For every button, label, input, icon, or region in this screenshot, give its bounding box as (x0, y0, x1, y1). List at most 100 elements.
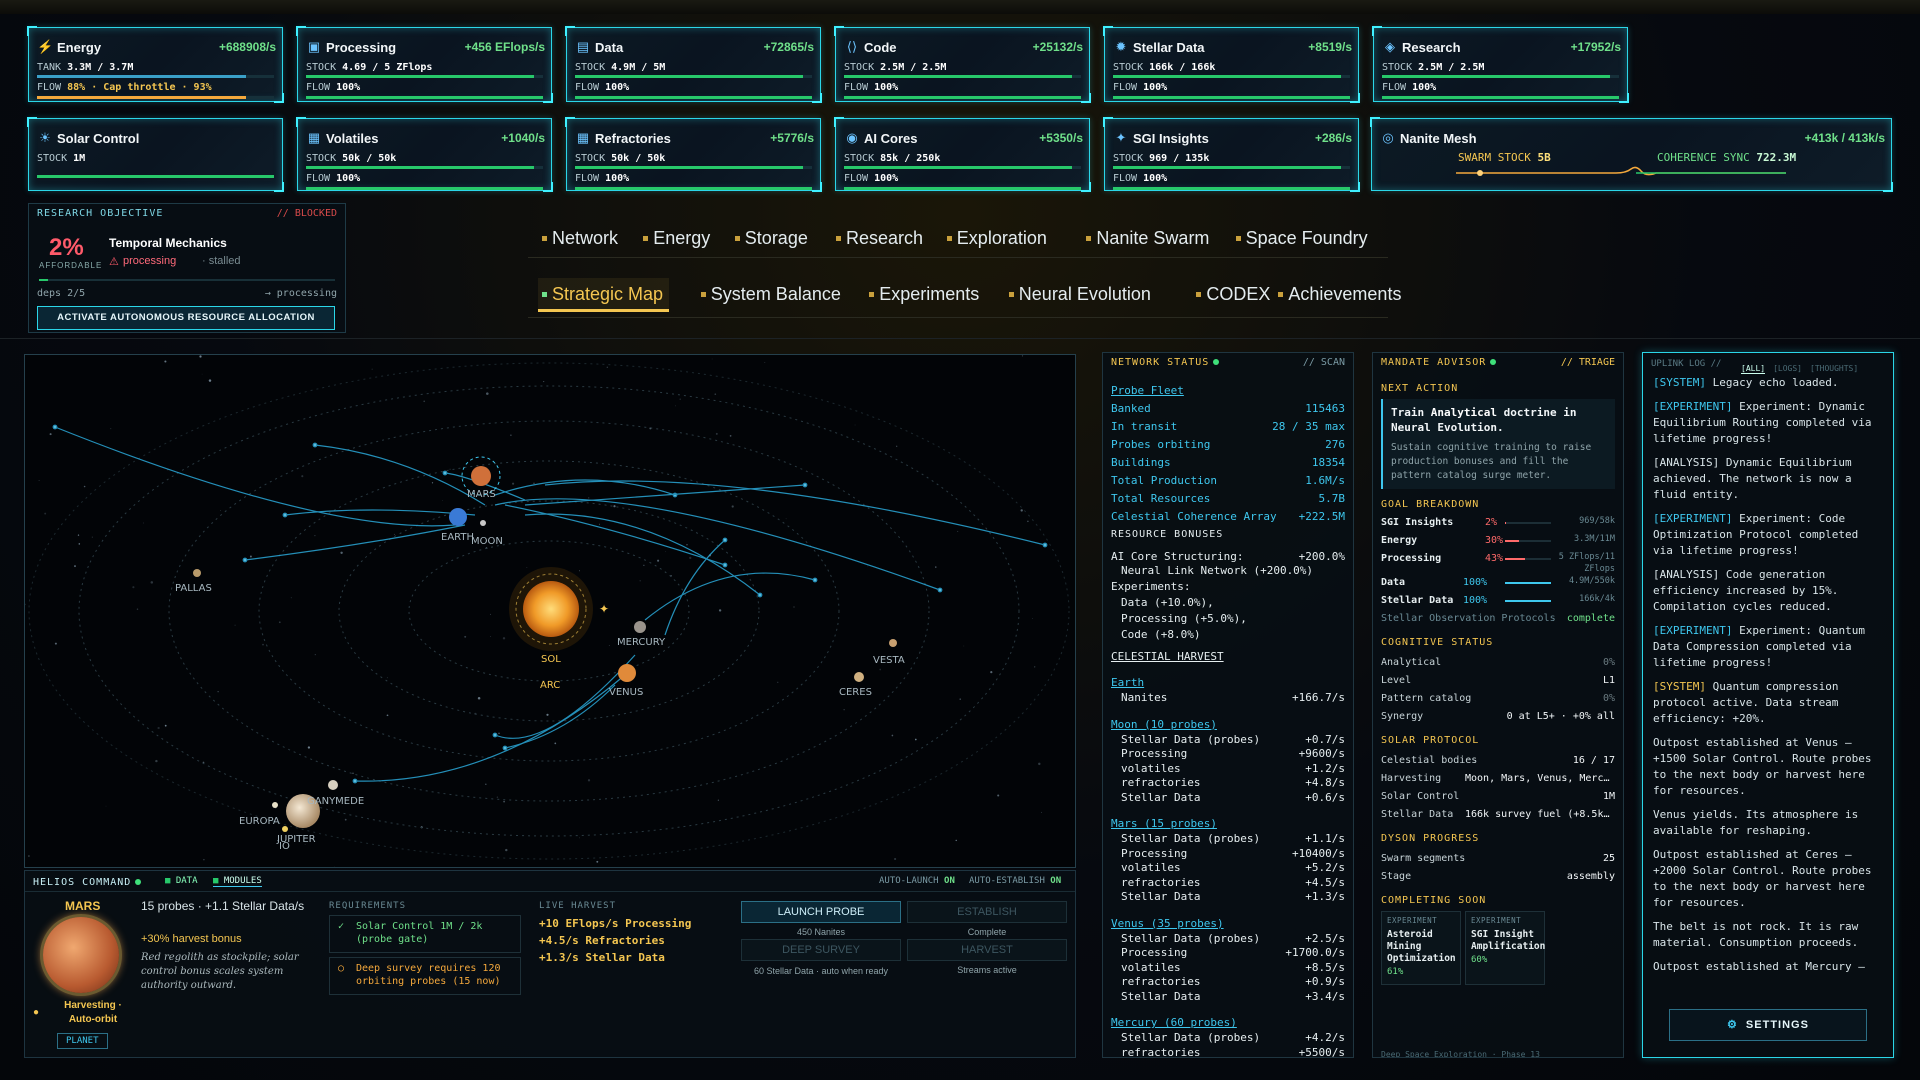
pallas-planet[interactable] (193, 569, 201, 577)
goal-pct: 2% (1485, 517, 1498, 528)
tile-line-1-label: STOCK (306, 153, 337, 164)
tile-stock-bar (306, 166, 543, 169)
ceres-planet[interactable] (854, 672, 864, 682)
solar-system-map[interactable]: ✦ MARS EARTH MOON PALLAS SOL ARC MERCURY… (25, 355, 1075, 867)
star (155, 759, 158, 763)
nav-tab-energy[interactable]: Energy (639, 222, 716, 254)
star (249, 555, 252, 558)
star (665, 551, 667, 553)
tile-line-1-label: STOCK (37, 153, 68, 164)
goal-value: 3.3M/11M (1574, 534, 1615, 544)
tile-rate: +286/s (1314, 131, 1352, 145)
auto-launch-state: ON (944, 876, 955, 886)
tab-data[interactable]: ■ DATA (165, 876, 198, 886)
tile-refractories[interactable]: ▦ Refractories +5776/s STOCK 50k / 50k FLOW … (565, 117, 822, 192)
goal-row: Stellar Data 100% 166k/4k (1381, 593, 1615, 609)
tile-research[interactable]: ◈ Research +17952/s STOCK 2.5M / 2.5M FLOW 1… (1372, 26, 1629, 103)
star (764, 362, 766, 363)
star (879, 668, 882, 671)
harvest-group-link[interactable]: Earth (1111, 675, 1345, 691)
star (843, 709, 845, 711)
tile-sgi-insights[interactable]: ✦ SGI Insights +286/s STOCK 969 / 135k FLOW … (1103, 117, 1360, 192)
launch-probe-button[interactable]: LAUNCH PROBE (741, 901, 901, 923)
probe-fleet-link[interactable]: Probe Fleet (1111, 383, 1345, 399)
star (1038, 762, 1041, 766)
tab-modules[interactable]: ■ MODULES (213, 876, 262, 887)
star (199, 355, 202, 358)
nav-tab-network[interactable]: Network (538, 222, 624, 254)
star (588, 497, 590, 499)
goal-bar-fill (1505, 558, 1525, 560)
tile-code[interactable]: ⟨⟩ Code +25132/s STOCK 2.5M / 2.5M FLOW 100% (834, 26, 1091, 103)
tile-processing[interactable]: ▣ Processing +456 EFlops/s STOCK 4.69 / 5 Z… (296, 26, 553, 103)
label-io: IO (279, 841, 290, 852)
tile-volatiles[interactable]: ▦ Volatiles +1040/s STOCK 50k / 50k FLOW 100… (296, 117, 553, 192)
nanite-wave (1456, 166, 1786, 176)
completing-soon-card[interactable]: EXPERIMENT Asteroid Mining Optimization 61… (1381, 911, 1461, 985)
auto-launch-toggle[interactable]: AUTO-LAUNCH ON (879, 876, 955, 886)
harvest-group-link[interactable]: Venus (35 probes) (1111, 916, 1345, 932)
goal-bar-fill (1505, 600, 1551, 602)
tile-nanite-mesh[interactable]: ◎ Nanite Mesh +413k / 413k/s SWARM STOCK… (1370, 117, 1893, 192)
auto-establish-toggle[interactable]: AUTO-ESTABLISH ON (969, 876, 1061, 886)
log-text: [ANALYSIS] Code generation efficiency in… (1653, 568, 1839, 613)
ganymede-planet[interactable] (328, 780, 338, 790)
uplink-tab-logs[interactable]: [LOGS] (1773, 364, 1802, 373)
harvest-group-link[interactable]: Mercury (60 probes) (1111, 1015, 1345, 1031)
uplink-log[interactable]: [SYSTEM] Legacy echo loaded. [EXPERIMENT]… (1653, 375, 1883, 997)
mars-planet[interactable] (471, 466, 491, 486)
tile-stock-fill (306, 75, 534, 78)
venus-planet[interactable] (618, 664, 636, 682)
activate-allocation-button[interactable]: ACTIVATE AUTONOMOUS RESOURCE ALLOCATION (37, 306, 335, 330)
completing-soon-card[interactable]: EXPERIMENT SGI Insight Amplification 60% (1465, 911, 1545, 985)
mercury-planet[interactable] (634, 621, 646, 633)
goal-bar (1505, 522, 1551, 524)
nav-tab-research[interactable]: Research (832, 222, 929, 254)
earth-planet[interactable] (449, 508, 467, 526)
io-planet[interactable] (282, 826, 288, 832)
next-action-card[interactable]: Train Analytical doctrine in Neural Evol… (1381, 399, 1615, 489)
vesta-planet[interactable] (889, 639, 897, 647)
star (132, 586, 135, 589)
moon-planet[interactable] (480, 520, 486, 526)
sun-icon[interactable] (523, 581, 579, 637)
star (307, 746, 311, 749)
goal-pct: 30% (1485, 535, 1504, 546)
nav-tab-neural-evolution[interactable]: Neural Evolution (1005, 278, 1157, 312)
tile-ai-cores[interactable]: ◉ AI Cores +5350/s STOCK 85k / 250k FLOW 100… (834, 117, 1091, 192)
star (431, 482, 434, 484)
tile-flow-fill (37, 96, 246, 99)
tile-flow-fill (844, 187, 1081, 190)
tile-solar-control[interactable]: ☀ Solar Control STOCK 1M (27, 117, 284, 192)
nav-tab-exploration[interactable]: Exploration (943, 222, 1053, 254)
star (27, 855, 30, 857)
planet-state: Harvesting · Auto-orbit (64, 1000, 122, 1025)
nav-tab-strategic-map[interactable]: Strategic Map (538, 278, 670, 312)
settings-button[interactable]: ⚙ SETTINGS (1669, 1009, 1867, 1041)
research-status: processing (123, 255, 177, 267)
nav-tab-experiments[interactable]: Experiments (865, 278, 985, 312)
star (596, 860, 599, 863)
harvest-group-link[interactable]: Moon (10 probes) (1111, 717, 1345, 733)
nav-tab-space-foundry[interactable]: Space Foundry (1232, 222, 1374, 254)
tile-data[interactable]: ▤ Data +72865/s STOCK 4.9M / 5M FLOW 100% (565, 26, 822, 103)
harvest-button[interactable]: HARVEST (907, 939, 1067, 961)
tile-energy[interactable]: ⚡ Energy +688908/s TANK 3.3M / 3.7M FLOW 88%… (27, 26, 284, 103)
nav-tab-storage[interactable]: Storage (731, 222, 814, 254)
tile-stellar-data[interactable]: ✹ Stellar Data +8519/s STOCK 166k / 166k FLO… (1103, 26, 1360, 103)
uplink-tab-thoughts[interactable]: [THOUGHTS] (1810, 364, 1858, 373)
nav-tab-system-balance[interactable]: System Balance (697, 278, 847, 312)
establish-button[interactable]: ESTABLISH (907, 901, 1067, 923)
tile-line-2-value: 100% (336, 82, 361, 93)
uplink-tab-all[interactable]: [ALL] (1741, 364, 1766, 374)
nav-tab-nanite-swarm[interactable]: Nanite Swarm (1082, 222, 1215, 254)
europa-planet[interactable] (272, 802, 278, 808)
probe-trail (664, 539, 726, 636)
star (314, 654, 316, 656)
harvest-group-link[interactable]: Mars (15 probes) (1111, 816, 1345, 832)
star (142, 522, 144, 524)
strategic-map[interactable]: ✦ MARS EARTH MOON PALLAS SOL ARC MERCURY… (24, 354, 1076, 868)
nav-tab-achievements[interactable]: Achievements (1274, 278, 1407, 312)
nav-tab-codex[interactable]: CODEX (1192, 278, 1276, 312)
deep-survey-button[interactable]: DEEP SURVEY (741, 939, 901, 961)
